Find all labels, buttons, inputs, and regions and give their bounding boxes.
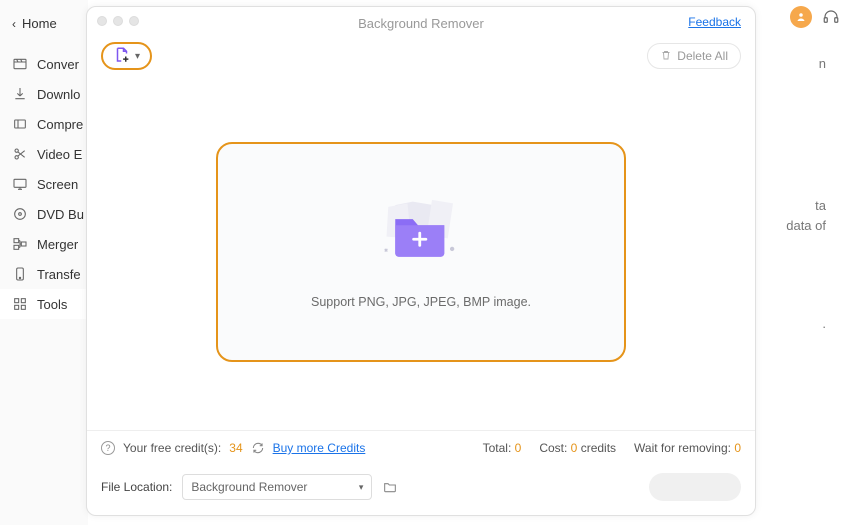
background-remover-modal: Background Remover Feedback ▾ Delete All xyxy=(86,6,756,516)
disc-icon xyxy=(12,206,28,222)
refresh-icon[interactable] xyxy=(251,441,265,455)
delete-all-button[interactable]: Delete All xyxy=(647,43,741,69)
drop-zone[interactable]: Support PNG, JPG, JPEG, BMP image. xyxy=(216,142,626,362)
support-text: Support PNG, JPG, JPEG, BMP image. xyxy=(311,295,531,309)
add-image-button[interactable]: ▾ xyxy=(101,42,152,70)
modal-titlebar: Background Remover Feedback xyxy=(87,7,755,39)
feedback-link[interactable]: Feedback xyxy=(688,15,741,29)
sidebar-item-video-editor[interactable]: Video E xyxy=(0,139,88,169)
credits-label: Your free credit(s): xyxy=(123,441,221,455)
download-icon xyxy=(12,86,28,102)
home-label: Home xyxy=(22,16,57,31)
sidebar-item-converter[interactable]: Conver xyxy=(0,49,88,79)
bg-text-2: ta xyxy=(815,198,826,213)
sidebar-item-screen[interactable]: Screen xyxy=(0,169,88,199)
chevron-down-icon: ▾ xyxy=(135,51,140,62)
merge-icon xyxy=(12,236,28,252)
phone-icon xyxy=(12,266,28,282)
total-value: 0 xyxy=(515,441,522,455)
bg-text-3: data of xyxy=(786,218,826,233)
support-icon[interactable] xyxy=(822,8,840,26)
sidebar-item-transfer[interactable]: Transfe xyxy=(0,259,88,289)
home-back-button[interactable]: ‹ Home xyxy=(0,10,88,37)
chevron-left-icon: ‹ xyxy=(12,17,16,31)
avatar[interactable] xyxy=(790,6,812,28)
wait-value: 0 xyxy=(734,441,741,455)
minimize-dot[interactable] xyxy=(113,16,123,26)
sidebar: ‹ Home Conver Downlo Compre Video E Scre… xyxy=(0,0,88,525)
help-icon[interactable]: ? xyxy=(101,441,115,455)
cost-value: 0 xyxy=(571,441,578,455)
file-add-icon xyxy=(113,46,131,67)
sidebar-item-downloader[interactable]: Downlo xyxy=(0,79,88,109)
chevron-down-icon: ▾ xyxy=(359,482,364,493)
close-dot[interactable] xyxy=(97,16,107,26)
sidebar-item-merger[interactable]: Merger xyxy=(0,229,88,259)
monitor-icon xyxy=(12,176,28,192)
start-button[interactable] xyxy=(649,473,741,501)
file-location-select[interactable]: Background Remover ▾ xyxy=(182,474,372,500)
bg-text-1: n xyxy=(819,56,826,71)
window-controls[interactable] xyxy=(97,16,139,26)
sidebar-item-tools[interactable]: Tools xyxy=(0,289,88,319)
zoom-dot[interactable] xyxy=(129,16,139,26)
bg-text-4: . xyxy=(822,316,826,331)
scissors-icon xyxy=(12,146,28,162)
grid-icon xyxy=(12,296,28,312)
buy-credits-link[interactable]: Buy more Credits xyxy=(273,441,366,455)
trash-icon xyxy=(660,49,672,64)
open-folder-button[interactable] xyxy=(382,479,398,495)
clapperboard-icon xyxy=(12,56,28,72)
file-location-label: File Location: xyxy=(101,480,172,494)
sidebar-item-dvd[interactable]: DVD Bu xyxy=(0,199,88,229)
folder-add-icon xyxy=(369,194,474,277)
sidebar-item-compressor[interactable]: Compre xyxy=(0,109,88,139)
modal-title: Background Remover xyxy=(358,16,484,31)
compress-icon xyxy=(12,116,28,132)
credits-count: 34 xyxy=(229,441,242,455)
